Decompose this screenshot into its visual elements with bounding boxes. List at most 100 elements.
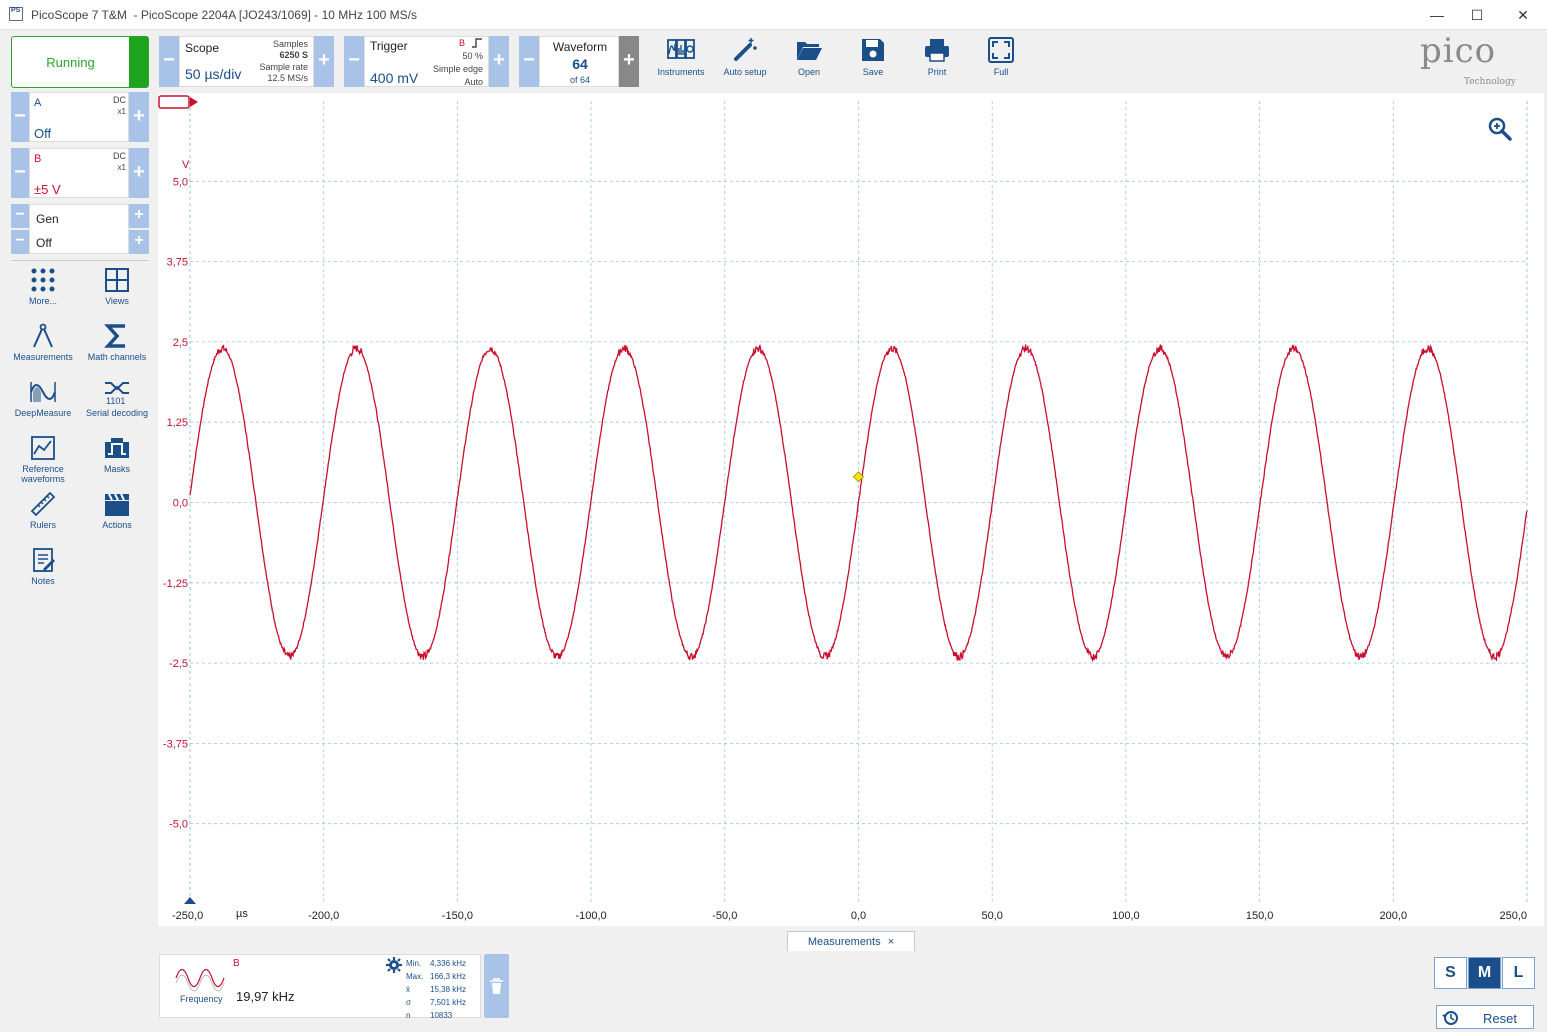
timebase-decrease-button[interactable]: − — [159, 36, 179, 87]
channel-b-decrease-button[interactable]: − — [11, 148, 29, 198]
print-label: Print — [927, 67, 947, 77]
instruments-button[interactable]: Instruments — [651, 34, 711, 86]
channel-b-increase-button[interactable]: + — [129, 148, 149, 198]
wand-icon — [734, 38, 757, 61]
print-button[interactable]: Print — [907, 34, 967, 86]
trigger-increase-button[interactable]: + — [489, 36, 509, 87]
full-screen-button[interactable]: Full — [971, 34, 1031, 86]
app-icon: PS — [9, 7, 23, 21]
trash-icon — [490, 978, 503, 994]
save-icon — [862, 39, 884, 61]
views-button[interactable]: Views — [81, 266, 153, 318]
stat-value: 4,336 kHz — [430, 959, 467, 968]
gen-increase-button[interactable]: + — [129, 204, 149, 228]
measurements-button[interactable]: Measurements — [7, 322, 79, 374]
waveform-previous-button[interactable]: − — [519, 36, 539, 87]
gen-off-increase-button[interactable]: + — [129, 230, 149, 254]
math-channels-label: Math channels — [87, 352, 147, 362]
history-icon — [1442, 1011, 1458, 1025]
channel-a-control[interactable]: A DC x1 Off — [29, 92, 129, 142]
scope-label: Scope — [185, 41, 220, 55]
channel-a-increase-button[interactable]: + — [129, 92, 149, 142]
close-button[interactable]: ✕ — [1500, 4, 1546, 26]
deepmeasure-button[interactable]: DeepMeasure — [7, 378, 79, 430]
channel-a-coupling: DC — [113, 95, 126, 105]
gen-decrease-button[interactable]: − — [11, 204, 29, 228]
reference-waveforms-button[interactable]: Reference waveforms — [7, 434, 79, 486]
waveform-next-button[interactable]: + — [619, 36, 639, 87]
size-large-button[interactable]: L — [1502, 957, 1535, 989]
x-tick-label: 200,0 — [1380, 910, 1408, 922]
gen-off-decrease-button[interactable]: − — [11, 230, 29, 254]
instruments-icon — [667, 39, 695, 59]
x-tick-label: 100,0 — [1112, 910, 1140, 922]
measurement-value: 19,97 kHz — [236, 989, 295, 1004]
reset-label: Reset — [1483, 1011, 1517, 1026]
open-button[interactable]: Open — [779, 34, 839, 86]
auto-setup-button[interactable]: Auto setup — [715, 34, 775, 86]
math-channels-button[interactable]: Math channels — [81, 322, 153, 374]
trigger-control[interactable]: Trigger 400 mV B 50 % Simple edge Auto — [364, 36, 489, 87]
trigger-mode: Auto — [464, 77, 483, 87]
x-tick-label: 150,0 — [1246, 910, 1274, 922]
more-button[interactable]: More... — [7, 266, 79, 318]
title-bar: PS PicoScope 7 T&M - PicoScope 2204A [JO… — [0, 0, 1547, 30]
more-label: More... — [28, 296, 57, 306]
timebase-increase-button[interactable]: + — [314, 36, 334, 87]
size-medium-button[interactable]: M — [1468, 957, 1501, 989]
channel-a-decrease-button[interactable]: − — [11, 92, 29, 142]
signal-generator-control[interactable]: Gen Off — [29, 204, 129, 254]
measurement-card[interactable]: B Frequency 19,97 kHz Min. 4,336 kHz Max.… — [159, 954, 481, 1020]
deepmeasure-icon — [30, 382, 56, 402]
actions-button[interactable]: Actions — [81, 490, 153, 542]
delete-measurement-button[interactable] — [484, 954, 509, 1018]
y-tick-label: 3,75 — [167, 257, 188, 269]
reference-waveform-icon — [31, 436, 55, 460]
waveform-count: of 64 — [569, 75, 591, 85]
auto-setup-label: Auto setup — [723, 67, 767, 77]
stat-row: Min. 4,336 kHz — [406, 957, 476, 970]
x-tick-label: -250,0 — [172, 910, 203, 922]
y-axis-unit: V — [182, 159, 190, 171]
folder-icon — [797, 42, 822, 60]
y-tick-label: -3,75 — [163, 738, 188, 750]
save-button[interactable]: Save — [843, 34, 903, 86]
scope-view[interactable]: 5,0 3,75 2,5 1,25 0,0 -1,25 -2,5 -3,75 -5,0 -250… — [158, 93, 1544, 926]
run-stop-button[interactable]: Running — [11, 36, 149, 88]
channel-b-axis-tab[interactable] — [158, 95, 200, 111]
deepmeasure-label: DeepMeasure — [14, 408, 72, 418]
waveform-control[interactable]: Waveform 64 of 64 — [539, 36, 619, 87]
rulers-button[interactable]: Rulers — [7, 490, 79, 542]
measurements-label: Measurements — [13, 352, 73, 362]
measurements-tab[interactable]: Measurements × — [787, 931, 915, 951]
actions-label: Actions — [102, 520, 132, 530]
notes-button[interactable]: Notes — [7, 546, 79, 598]
notes-label: Notes — [31, 576, 55, 586]
stat-value: 10833 — [430, 1011, 453, 1020]
sigma-icon — [104, 324, 125, 348]
reset-button[interactable]: Reset — [1436, 1005, 1534, 1029]
serial-decoding-label: Serial decoding — [85, 408, 149, 418]
trigger-decrease-button[interactable]: − — [344, 36, 364, 87]
settings-gear-icon[interactable] — [386, 957, 402, 973]
dots-grid-icon — [31, 268, 55, 292]
stat-value: 166,3 kHz — [430, 972, 467, 981]
maximize-button[interactable]: ☐ — [1454, 4, 1500, 26]
channel-b-control[interactable]: B DC x1 ±5 V — [29, 148, 129, 198]
channel-b-coupling: DC — [113, 151, 126, 161]
scope-plot[interactable]: 5,0 3,75 2,5 1,25 0,0 -1,25 -2,5 -3,75 -5,0 -250… — [158, 93, 1544, 926]
measurement-name: Frequency — [180, 994, 223, 1004]
samples-value: 6250 S — [279, 50, 308, 60]
stat-row: Max. 166,3 kHz — [406, 970, 476, 983]
masks-button[interactable]: Masks — [81, 434, 153, 486]
rulers-label: Rulers — [29, 520, 56, 530]
scope-control[interactable]: Scope 50 µs/div Samples 6250 S Sample ra… — [179, 36, 314, 87]
window-title: PicoScope 7 T&M - PicoScope 2204A [JO243… — [31, 8, 417, 22]
trigger-percent: 50 % — [462, 51, 483, 61]
serial-decoding-button[interactable]: 1101 Serial decoding — [81, 378, 153, 430]
measurements-tab-close[interactable]: × — [888, 936, 894, 948]
time-reference-marker[interactable] — [184, 897, 196, 904]
svg-text:1101: 1101 — [106, 396, 125, 406]
zoom-icon[interactable] — [1486, 115, 1514, 143]
size-small-button[interactable]: S — [1434, 957, 1467, 989]
